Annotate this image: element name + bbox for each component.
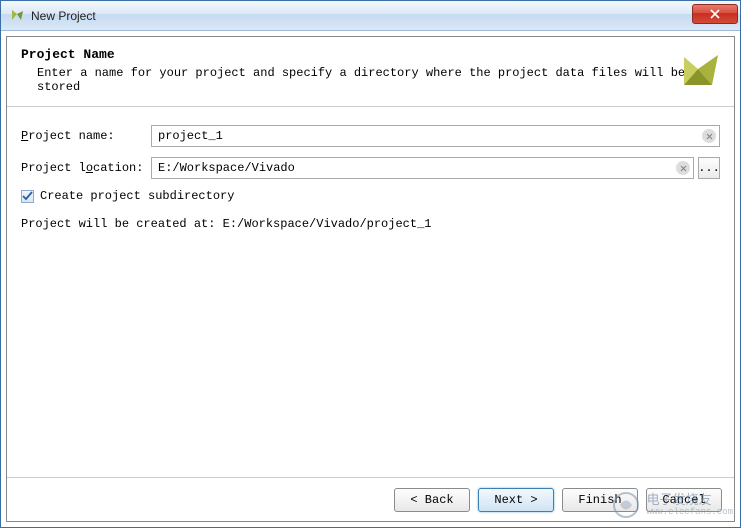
clear-project-location-button[interactable] <box>676 161 690 175</box>
header-section: Project Name Enter a name for your proje… <box>7 37 734 107</box>
project-location-label: Project location: <box>21 161 151 175</box>
project-name-input-wrap <box>151 125 720 147</box>
project-name-input[interactable] <box>151 125 720 147</box>
vivado-logo-icon <box>674 45 722 93</box>
cancel-button[interactable]: Cancel <box>646 488 722 512</box>
titlebar: New Project <box>1 1 740 31</box>
window-title: New Project <box>31 9 692 23</box>
create-subdir-checkbox[interactable] <box>21 190 34 203</box>
close-button[interactable] <box>692 4 738 24</box>
project-location-row: Project location: ... <box>21 157 720 179</box>
form-section: Project name: Project location: <box>7 107 734 477</box>
clear-icon <box>680 165 687 172</box>
project-name-row: Project name: <box>21 125 720 147</box>
finish-button[interactable]: Finish <box>562 488 638 512</box>
project-location-input-wrap <box>151 157 694 179</box>
created-at-text: Project will be created at: E:/Workspace… <box>21 217 720 231</box>
page-description: Enter a name for your project and specif… <box>37 66 720 94</box>
next-button[interactable]: Next > <box>478 488 554 512</box>
browse-button[interactable]: ... <box>698 157 720 179</box>
project-name-label: Project name: <box>21 129 151 143</box>
inner-panel: Project Name Enter a name for your proje… <box>6 36 735 522</box>
create-subdir-label: Create project subdirectory <box>40 189 234 203</box>
page-title: Project Name <box>21 47 720 62</box>
create-subdir-row: Create project subdirectory <box>21 189 720 203</box>
clear-icon <box>706 133 713 140</box>
dialog-window: New Project Project Name Enter a name fo… <box>0 0 741 528</box>
project-location-input[interactable] <box>151 157 694 179</box>
close-icon <box>710 9 720 19</box>
button-bar: < Back Next > Finish Cancel <box>7 477 734 521</box>
back-button[interactable]: < Back <box>394 488 470 512</box>
content-wrap: Project Name Enter a name for your proje… <box>1 31 740 527</box>
app-icon <box>9 8 25 24</box>
clear-project-name-button[interactable] <box>702 129 716 143</box>
checkmark-icon <box>22 191 33 201</box>
